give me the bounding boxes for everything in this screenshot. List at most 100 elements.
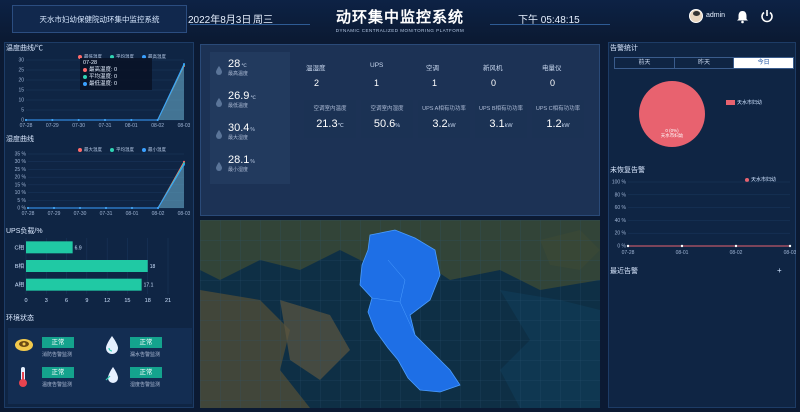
pie-center-label: 0 (0%) 天水市妇幼: [660, 128, 684, 138]
data-point: [734, 244, 738, 248]
y-tick-label: 20: [18, 78, 24, 84]
app-title-en: DYNAMIC CENTRALIZED MONITORING PLATFORM: [335, 28, 465, 33]
app-title: 动环集中监控系统 DYNAMIC CENTRALIZED MONITORING …: [300, 6, 500, 33]
bell-icon[interactable]: [736, 10, 749, 24]
unresolved-chart: 0 % 20 % 40 % 60 % 80 % 100 % 07-28 08-01 08-02 0…: [612, 180, 796, 257]
count-label-th: 温湿度: [306, 65, 326, 72]
metric-card-ups-c: UPS C相有功功率 1.2kW: [532, 100, 584, 138]
y-tick-label: 20 %: [615, 231, 627, 237]
x-tick-label: 07-31: [100, 211, 113, 217]
count-label-ac: 空调: [426, 65, 439, 72]
count-value-th: 2: [314, 78, 320, 88]
water-leak-icon: [106, 336, 118, 354]
data-point: [53, 207, 55, 209]
count-value-ac: 1: [432, 78, 438, 88]
data-point: [27, 207, 29, 209]
fire-alarm-icon: [15, 339, 33, 351]
y-tick-label: 30 %: [15, 159, 27, 165]
y-tick-label: 15 %: [15, 182, 27, 188]
y-tick-label: 100 %: [612, 180, 627, 186]
stat-min-temp: 26.9℃ 最低温度: [216, 90, 288, 109]
bar-A相: [26, 278, 142, 291]
tab-today[interactable]: 今日: [734, 58, 794, 68]
bar-value-label: 18: [150, 264, 156, 270]
humidity-icon: [105, 367, 118, 383]
x-tick-label: 6: [65, 298, 68, 304]
x-tick-label: 15: [124, 298, 130, 304]
series-line-平均温度: [28, 163, 185, 209]
data-point: [51, 119, 54, 121]
x-tick-label: 07-28: [20, 123, 33, 129]
tab-yesterday[interactable]: 昨天: [675, 58, 735, 68]
alarm-tabs: 前天 昨天 今日: [614, 57, 794, 69]
bar-value-label: 17.1: [144, 283, 154, 289]
x-tick-label: 08-02: [730, 250, 743, 256]
metric-card-ac-temp: 空调室内温度 21.3℃: [304, 100, 356, 138]
y-tick-label: 10: [18, 98, 24, 104]
series-line-最小温度: [28, 164, 185, 209]
x-tick-label: 07-30: [72, 123, 85, 129]
y-tick-label: 25 %: [15, 167, 27, 173]
data-point: [131, 207, 133, 209]
bar-B相: [26, 260, 148, 272]
count-label-ups: UPS: [370, 62, 384, 69]
data-point: [130, 119, 133, 121]
hum-status-badge: 正常: [130, 367, 162, 378]
category-label: C相: [15, 243, 25, 251]
tooltip-row-avg: 平均温度: 0: [83, 74, 149, 81]
tooltip-row-max: 最高温度: 0: [83, 67, 149, 74]
metric-card-ac-hum: 空调室内湿度 50.6%: [361, 100, 413, 138]
x-tick-label: 08-03: [784, 250, 796, 256]
power-icon[interactable]: [760, 9, 774, 23]
x-tick-label: 08-02: [152, 211, 165, 217]
map-canvas[interactable]: [200, 220, 600, 408]
alarm-title: 告警统计: [610, 45, 638, 52]
count-value-ups: 1: [374, 78, 380, 88]
temp-label: 温度告警监测: [42, 382, 73, 388]
data-point: [626, 244, 630, 248]
data-point: [156, 119, 159, 121]
count-value-fan: 0: [491, 78, 497, 88]
x-tick-label: 12: [104, 298, 110, 304]
count-value-meter: 0: [550, 78, 556, 88]
user-avatar[interactable]: [689, 9, 703, 23]
x-tick-label: 07-30: [74, 211, 87, 217]
series-area-平均温度: [28, 163, 184, 208]
y-tick-label: 25: [18, 68, 24, 74]
y-tick-label: 40 %: [615, 218, 627, 224]
y-tick-label: 0 %: [617, 244, 626, 250]
temp-tooltip: 07-28 最高温度: 0 平均温度: 0 最低温度: 0: [80, 58, 152, 90]
tab-day-before[interactable]: 前天: [615, 58, 675, 68]
x-tick-label: 07-28: [622, 250, 635, 256]
recent-alarm-more-button[interactable]: +: [777, 266, 782, 275]
x-tick-label: 07-29: [48, 211, 61, 217]
data-point: [183, 163, 185, 166]
drop-icon: [216, 130, 222, 139]
x-tick-label: 0: [24, 298, 27, 304]
x-tick-label: 08-01: [126, 211, 139, 217]
metric-card-ups-b: UPS B相有功功率 3.1kW: [475, 100, 527, 138]
hum-label: 湿度告警监测: [130, 382, 161, 388]
hum-chart: 0 %5 %10 %15 %20 %25 %30 %35 %07-28 07-29…: [15, 152, 190, 218]
x-tick-label: 08-03: [178, 211, 190, 217]
fire-status-badge: 正常: [42, 337, 74, 348]
env-summary-box: 28℃ 最高温度 26.9℃ 最低温度 30.4% 最大湿度 28.1% 最小湿…: [210, 52, 290, 184]
y-tick-label: 60 %: [615, 205, 627, 211]
bar-value-label: 6.9: [75, 245, 82, 251]
x-tick-label: 21: [165, 298, 171, 304]
map-view[interactable]: [200, 220, 600, 408]
env-title: 环境状态: [6, 315, 34, 322]
leak-status-badge: 正常: [130, 337, 162, 348]
header-divider-left: [190, 24, 310, 25]
x-tick-label: 08-01: [676, 250, 689, 256]
temp-chart-title: 温度曲线/℃: [6, 45, 43, 52]
hum-chart-title: 湿度曲线: [6, 136, 34, 143]
metric-card-ups-a: UPS A相有功功率 3.2kW: [418, 100, 470, 138]
x-tick-label: 18: [145, 298, 151, 304]
username[interactable]: admin: [706, 12, 725, 19]
y-tick-label: 20 %: [15, 175, 27, 181]
thermo-small-icon: [216, 98, 222, 107]
app-title-cn: 动环集中监控系统: [335, 9, 464, 26]
series-area-最小温度: [28, 164, 184, 208]
pie-legend: 天水市妇幼: [726, 99, 762, 106]
